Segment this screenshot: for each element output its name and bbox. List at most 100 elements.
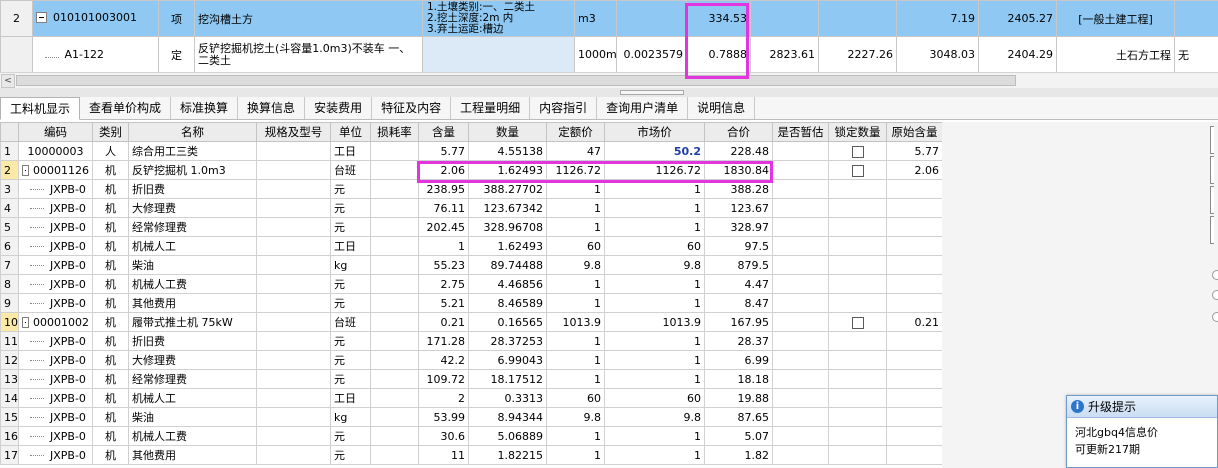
- tab-2[interactable]: 查看单价构成: [80, 97, 172, 119]
- market-price[interactable]: 1013.9: [604, 312, 705, 332]
- grid-row[interactable]: 7 JXPB-0 机柴油 kg 55.23 89.74488 9.8 9.8 879.5: [0, 255, 942, 275]
- market-price[interactable]: 1: [604, 426, 705, 446]
- grid-row[interactable]: 10 00001002 机履带式推土机 75kW 台班 0.21 0.16565 1013.…: [0, 312, 942, 332]
- column-header[interactable]: 锁定数量: [828, 122, 887, 142]
- quantity-value[interactable]: 4.55138: [468, 141, 547, 161]
- quantity-value[interactable]: 4.46856: [468, 274, 547, 294]
- content-value[interactable]: 11: [418, 445, 469, 465]
- content-value[interactable]: 5.77: [418, 141, 469, 161]
- bill-name[interactable]: 挖沟槽土方: [194, 0, 423, 37]
- tab-3[interactable]: 标准换算: [171, 97, 239, 119]
- market-price[interactable]: 1: [604, 331, 705, 351]
- horizontal-scrollbar[interactable]: <: [0, 72, 1218, 88]
- content-value[interactable]: 202.45: [418, 217, 469, 237]
- scrollbar-thumb[interactable]: [16, 75, 1016, 86]
- resource-code-cell[interactable]: JXPB-0: [18, 407, 93, 427]
- content-value[interactable]: 30.6: [418, 426, 469, 446]
- column-header[interactable]: 合价: [704, 122, 773, 142]
- column-header[interactable]: 损耗率: [370, 122, 419, 142]
- upgrade-notification[interactable]: i 升级提示 河北gbq4信息价 可更新217期: [1066, 395, 1218, 468]
- column-header[interactable]: 规格及型号: [256, 122, 331, 142]
- quota-name[interactable]: 反铲挖掘机挖土(斗容量1.0m3)不装车 一、二类土: [194, 36, 423, 73]
- tab-8[interactable]: 内容指引: [530, 97, 598, 119]
- market-price[interactable]: 1: [604, 350, 705, 370]
- quantity-value[interactable]: 0.3313: [468, 388, 547, 408]
- pane-splitter[interactable]: [0, 88, 1218, 97]
- grid-row[interactable]: 17 JXPB-0 机其他费用元 11 1.82215 1 1 1.82: [0, 445, 942, 465]
- side-tab-marker[interactable]: [1210, 186, 1214, 214]
- column-header[interactable]: 定额价: [546, 122, 605, 142]
- tab-4[interactable]: 换算信息: [238, 97, 306, 119]
- side-tab-marker[interactable]: [1210, 216, 1214, 244]
- column-header[interactable]: 数量: [468, 122, 547, 142]
- resource-code-cell[interactable]: JXPB-0: [18, 217, 93, 237]
- collapse-icon[interactable]: [36, 12, 47, 23]
- content-value[interactable]: 2.06: [418, 160, 469, 180]
- market-price[interactable]: 1: [604, 293, 705, 313]
- quantity-value[interactable]: 1.62493: [468, 236, 547, 256]
- quantity-value[interactable]: 5.06889: [468, 426, 547, 446]
- market-price[interactable]: 1: [604, 445, 705, 465]
- market-price[interactable]: 1: [604, 274, 705, 294]
- grid-row[interactable]: 6 JXPB-0 机机械人工 工日 1 1.62493 60 60 97.5: [0, 236, 942, 256]
- column-header[interactable]: [0, 122, 19, 142]
- quantity-value[interactable]: 28.37253: [468, 331, 547, 351]
- resource-code-cell[interactable]: JXPB-0: [18, 426, 93, 446]
- market-price[interactable]: 50.2: [604, 141, 705, 161]
- quantity-value[interactable]: 89.74488: [468, 255, 547, 275]
- market-price[interactable]: 1: [604, 198, 705, 218]
- quantity-value[interactable]: 388.27702: [468, 179, 547, 199]
- bill-code-cell[interactable]: 010101003001: [32, 0, 159, 37]
- column-header[interactable]: 编码: [18, 122, 93, 142]
- bill-description[interactable]: 1.土壤类别:一、二类土 2.挖土深度:2m 内 3.弃土运距:槽边: [422, 0, 575, 37]
- tab-5[interactable]: 安装费用: [305, 97, 373, 119]
- column-header[interactable]: 类别: [92, 122, 129, 142]
- market-price[interactable]: 9.8: [604, 255, 705, 275]
- grid-row[interactable]: 15 JXPB-0 机柴油 kg 53.99 8.94344 9.8 9.8 87.65: [0, 407, 942, 427]
- content-value[interactable]: 0.21: [418, 312, 469, 332]
- quota-row[interactable]: A1-122 定 反铲挖掘机挖土(斗容量1.0m3)不装车 一、二类土 1000…: [0, 36, 1218, 73]
- tab-1[interactable]: 工料机显示: [0, 97, 81, 120]
- grid-row[interactable]: 1 10000003 人综合用工三类 工日 5.77 4.55138 47 50.2 228.4…: [0, 141, 942, 161]
- bill-row-selected[interactable]: 2 010101003001 项 挖沟槽土方 1.土壤类别:一、二类土 2.挖土…: [0, 0, 1218, 37]
- resource-code-cell[interactable]: JXPB-0: [18, 236, 93, 256]
- lock-checkbox[interactable]: [851, 164, 864, 177]
- column-header[interactable]: 单位: [330, 122, 371, 142]
- grid-row[interactable]: 9 JXPB-0 机其他费用元 5.21 8.46589 1 1 8.47: [0, 293, 942, 313]
- resource-code-cell[interactable]: JXPB-0: [18, 179, 93, 199]
- quantity-value[interactable]: 328.96708: [468, 217, 547, 237]
- grid-row[interactable]: 14 JXPB-0 机机械人工 工日 2 0.3313 60 60 19.88: [0, 388, 942, 408]
- scroll-left-icon[interactable]: <: [1, 74, 15, 88]
- collapse-icon[interactable]: [22, 316, 29, 328]
- side-tab-marker[interactable]: [1210, 156, 1214, 184]
- quantity-value[interactable]: 8.94344: [468, 407, 547, 427]
- quantity-value[interactable]: 18.17512: [468, 369, 547, 389]
- lock-checkbox[interactable]: [851, 316, 864, 329]
- quantity-value[interactable]: 6.99043: [468, 350, 547, 370]
- resource-code-cell[interactable]: JXPB-0: [18, 255, 93, 275]
- radio-option[interactable]: [1212, 270, 1218, 280]
- grid-row[interactable]: 8 JXPB-0 机机械人工费元 2.75 4.46856 1 1 4.47: [0, 274, 942, 294]
- quota-quantity[interactable]: 0.7888: [686, 36, 751, 73]
- content-value[interactable]: 76.11: [418, 198, 469, 218]
- content-value[interactable]: 2.75: [418, 274, 469, 294]
- quantity-value[interactable]: 8.46589: [468, 293, 547, 313]
- column-header[interactable]: 名称: [128, 122, 257, 142]
- market-price[interactable]: 1: [604, 217, 705, 237]
- quantity-value[interactable]: 1.82215: [468, 445, 547, 465]
- market-price[interactable]: 1126.72: [604, 160, 705, 180]
- market-price[interactable]: 60: [604, 236, 705, 256]
- resource-code-cell[interactable]: 00001126: [18, 160, 93, 180]
- resource-code-cell[interactable]: 10000003: [18, 141, 93, 161]
- grid-row[interactable]: 16 JXPB-0 机机械人工费元 30.6 5.06889 1 1 5.07: [0, 426, 942, 446]
- splitter-grip[interactable]: [620, 90, 684, 95]
- quota-code-cell[interactable]: A1-122: [32, 36, 159, 73]
- resource-code-cell[interactable]: JXPB-0: [18, 388, 93, 408]
- content-value[interactable]: 109.72: [418, 369, 469, 389]
- market-price[interactable]: 9.8: [604, 407, 705, 427]
- content-value[interactable]: 42.2: [418, 350, 469, 370]
- content-value[interactable]: 55.23: [418, 255, 469, 275]
- content-value[interactable]: 53.99: [418, 407, 469, 427]
- grid-row[interactable]: 3 JXPB-0 机折旧费元 238.95 388.27702 1 1 388.28: [0, 179, 942, 199]
- market-price[interactable]: 1: [604, 179, 705, 199]
